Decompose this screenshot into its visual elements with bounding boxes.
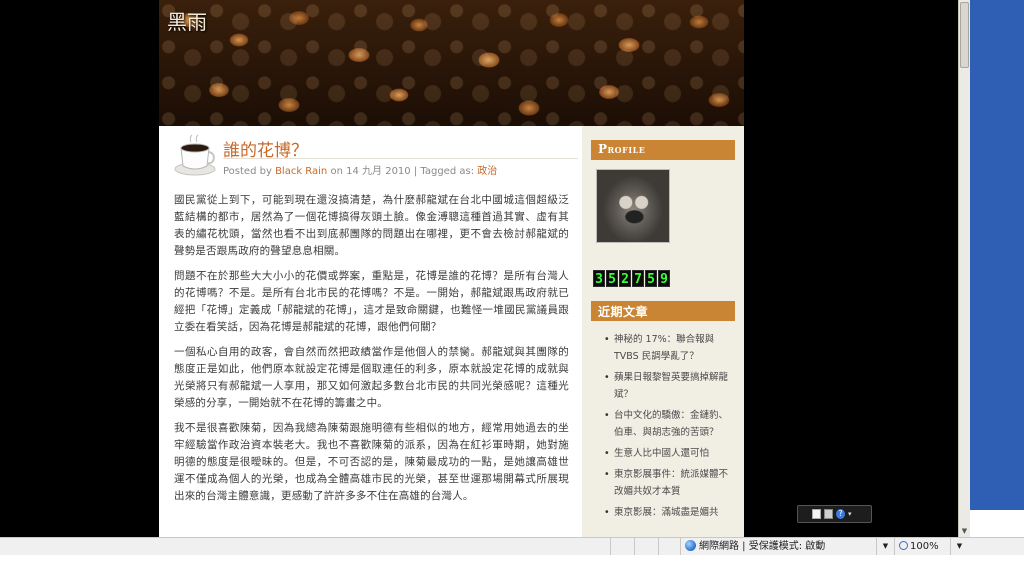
desktop-background [970,0,1024,510]
visitor-counter: 3 5 2 7 5 9 [593,270,735,287]
desktop-bottom [0,555,1024,575]
desktop-corner [970,510,1024,537]
page-content: 誰的花博？ Posted by Black Rain on 14 九月 2010… [159,126,744,537]
post-paragraph: 國民黨從上到下，可能到現在還沒搞清楚，為什麼郝龍斌在台北中國城這個超級泛藍結構的… [174,194,569,257]
scroll-down-arrow-icon[interactable]: ▼ [960,526,969,536]
counter-digit: 7 [632,270,644,287]
counter-digit: 2 [619,270,631,287]
coffee-cup-icon [174,134,216,176]
posted-by-label: Posted by [223,166,272,177]
zone-text: 網際網路 | 受保護模式: 啟動 [699,541,826,552]
tag-link[interactable]: 政治 [477,166,497,177]
post-paragraph: 一個私心自用的政客，會自然而然把政績當作是他個人的禁臠。郝龍斌與其團隊的態度正是… [174,346,569,409]
profile-heading: Profile [591,140,735,160]
post-paragraph: 問題不在於那些大大小小的花價或弊案，重點是，花博是誰的花博？是所有台灣人的花博嗎… [174,270,569,333]
zoom-level[interactable]: 100% [894,538,950,556]
meta-separator: | [413,166,418,177]
post-body: 國民黨從上到下，可能到現在還沒搞清楚，為什麼郝龍斌在台北中國城這個超級泛藍結構的… [174,192,569,513]
counter-digit: 5 [606,270,618,287]
blog-title[interactable]: 黑雨 [167,6,207,35]
avatar[interactable] [596,169,670,243]
recent-posts-heading: 近期文章 [591,301,735,321]
help-icon[interactable]: ? [836,509,845,519]
magnifier-icon [899,541,908,550]
on-label: on [330,166,343,177]
status-cell [610,538,634,556]
zoom-dropdown-icon[interactable]: ▼ [950,538,968,556]
counter-digit: 3 [593,270,605,287]
zoom-value: 100% [910,541,939,552]
browser-viewport: 黑雨 誰的花博？ Posted by Black Rain on 14 九月 2… [0,0,958,537]
recent-post-link[interactable]: 蘋果日報黎智英要搞掉解龍斌？ [604,369,735,403]
vertical-scrollbar[interactable]: ▼ [958,0,970,537]
counter-digit: 5 [645,270,657,287]
title-divider [223,158,578,159]
recent-posts-list: 神秘的 17%：聯合報與 TVBS 民調學亂了？ 蘋果日報黎智英要搞掉解龍斌？ … [591,331,735,521]
post-meta: Posted by Black Rain on 14 九月 2010 | Tag… [223,162,497,177]
post-header: 誰的花博？ Posted by Black Rain on 14 九月 2010… [173,130,578,182]
counter-digit: 9 [658,270,670,287]
browser-status-bar: 網際網路 | 受保護模式: 啟動 ▼ 100% ▼ [0,537,1024,556]
document-icon[interactable] [812,509,821,519]
post-date: 14 九月 2010 [346,166,411,177]
post-paragraph: 我不是很喜歡陳菊，因為我總為陳菊跟施明德有些相似的地方，經常用她過去的坐牢經驗當… [174,422,569,502]
chevron-down-icon[interactable]: ▾ [848,509,857,519]
status-cell [634,538,658,556]
recent-post-link[interactable]: 東京影展事件：統派媒體不改媚共奴才本質 [604,466,735,500]
chevron-down-icon[interactable]: ▼ [876,538,894,556]
blog-header-banner [159,0,744,126]
status-cell [658,538,680,556]
recent-post-link[interactable]: 東京影展：滿城盡是媚共 [604,504,735,521]
sidebar: Profile 3 5 2 7 5 9 近期文章 神秘的 17%：聯合報與 TV… [591,140,735,525]
author-link[interactable]: Black Rain [275,166,327,177]
recent-post-link[interactable]: 台中文化的驕傲：金鏈豹、伯車、與胡志強的苦頭？ [604,407,735,441]
globe-icon [685,540,696,551]
language-bar-toolbar[interactable]: ? ▾ [797,505,872,523]
keyboard-icon[interactable] [824,509,833,519]
scrollbar-thumb[interactable] [960,2,969,68]
post-article: 誰的花博？ Posted by Black Rain on 14 九月 2010… [159,126,582,537]
recent-post-link[interactable]: 神秘的 17%：聯合報與 TVBS 民調學亂了？ [604,331,735,365]
security-zone[interactable]: 網際網路 | 受保護模式: 啟動 [680,538,876,556]
tagged-label: Tagged as: [420,166,475,177]
recent-post-link[interactable]: 生意人比中國人還可怕 [604,445,735,462]
